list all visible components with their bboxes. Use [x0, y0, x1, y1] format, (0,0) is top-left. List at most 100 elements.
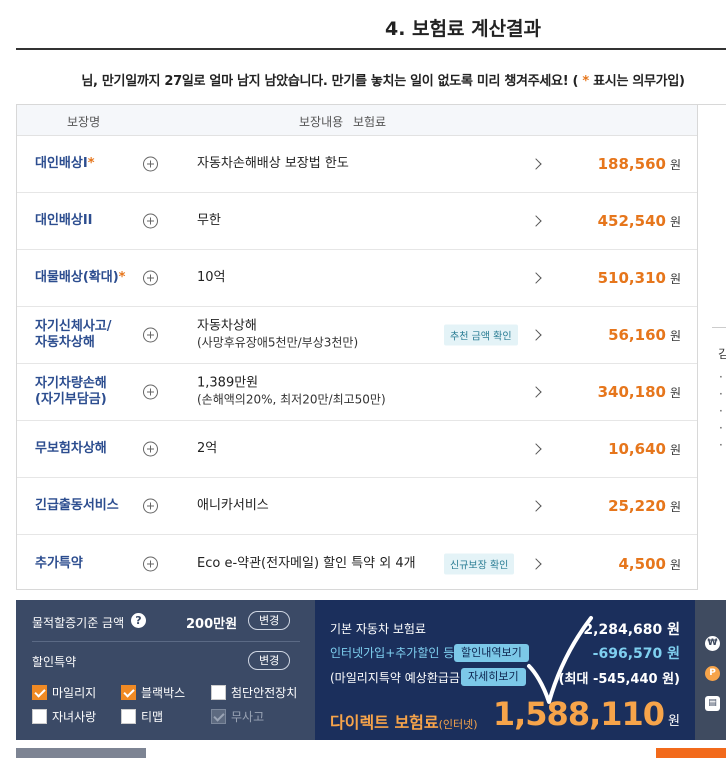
- coverage-name: 자기신체사고/ 자동차상해: [35, 319, 145, 351]
- currency-unit: 원: [669, 443, 681, 457]
- chevron-right-icon[interactable]: [530, 386, 542, 398]
- coverage-name-text: 자기차량손해 (자기부담금): [35, 376, 107, 407]
- discount-checkbox[interactable]: 자녀사랑: [32, 708, 96, 725]
- coverage-detail: 애니카서비스: [197, 498, 269, 514]
- discount-detail-button[interactable]: 할인내역보기: [454, 644, 529, 662]
- coverage-amount-value: 25,220: [608, 497, 666, 515]
- coverage-name-text: 무보험차상해: [35, 441, 107, 456]
- table-row[interactable]: 자기차량손해 (자기부담금) 1,389만원 (손해액의20%, 최저20만/최고5…: [17, 364, 697, 421]
- plus-circle-icon[interactable]: [143, 213, 158, 229]
- coverage-detail: 10억: [197, 270, 226, 286]
- currency-unit: 원: [669, 386, 681, 400]
- card-icon[interactable]: ▤: [705, 696, 720, 711]
- chevron-right-icon[interactable]: [530, 557, 542, 570]
- question-icon[interactable]: ?: [131, 613, 146, 628]
- coverage-name: 대인배상I*: [35, 156, 145, 172]
- coverage-check-tag[interactable]: 추천 금액 확인: [444, 324, 518, 346]
- table-row[interactable]: 추가특약 Eco e-약관(전자메일) 할인 특약 외 4개 신규보장 확인 4,50…: [17, 535, 697, 592]
- coverage-detail-text: 10억: [197, 270, 226, 285]
- table-row[interactable]: 대인배상II 무한 452,540 원: [17, 193, 697, 250]
- mileage-label: (마일리지특약 예상환급금): [330, 671, 465, 685]
- coverage-check-tag[interactable]: 신규보장 확인: [444, 553, 515, 574]
- change-discount-button[interactable]: 변경: [248, 651, 291, 670]
- discount-checkbox[interactable]: 첨단안전장치: [211, 684, 297, 701]
- direct-premium-label: 다이렉트 보험료(인터넷): [330, 709, 478, 733]
- coverage-detail-text: 자동차손해배상 보장법 한도: [197, 156, 349, 171]
- table-row[interactable]: 대인배상I* 자동차손해배상 보장법 한도 188,560 원: [17, 136, 697, 193]
- discount-checkbox[interactable]: 마일리지: [32, 684, 96, 701]
- won-icon[interactable]: ₩: [705, 636, 720, 651]
- checkbox-label: 티맵: [141, 710, 164, 724]
- coverage-detail: 무한: [197, 213, 221, 229]
- coverage-detail-sub: (사망후유장애5천만/부상3천만): [197, 335, 359, 350]
- checkbox-label: 마일리지: [52, 686, 97, 700]
- property-value: 200만원: [186, 617, 238, 632]
- coverage-detail-text: 무한: [197, 213, 221, 228]
- discount-label: 할인특약: [32, 655, 77, 669]
- checkbox-label: 첨단안전장치: [231, 686, 298, 700]
- chevron-right-icon[interactable]: [530, 443, 542, 455]
- coverage-name: 자기차량손해 (자기부담금): [35, 376, 145, 408]
- property-label: 물적할증기준 금액: [32, 616, 125, 630]
- table-row[interactable]: 긴급출동서비스 애니카서비스 25,220 원: [17, 478, 697, 535]
- plus-circle-icon[interactable]: [143, 384, 158, 400]
- base-premium-value: 2,284,680 원: [583, 622, 680, 638]
- discount-checkbox[interactable]: 블랙박스: [121, 684, 185, 701]
- coverage-detail-text: 1,389만원: [197, 375, 259, 391]
- checkbox-box[interactable]: [211, 685, 226, 700]
- plus-circle-icon[interactable]: [143, 327, 158, 343]
- checkbox-label: 자녀사랑: [52, 710, 97, 724]
- notice-text-end: 표시는 의무가입): [588, 74, 685, 89]
- mileage-detail-button[interactable]: 자세히보기: [461, 668, 526, 686]
- chevron-right-icon[interactable]: [530, 272, 542, 284]
- plus-circle-icon[interactable]: [143, 498, 158, 514]
- chevron-right-icon[interactable]: [530, 158, 542, 170]
- coverage-detail: 2억: [197, 441, 217, 457]
- next-button[interactable]: [656, 748, 726, 758]
- plus-circle-icon[interactable]: [143, 556, 158, 571]
- checkbox-box[interactable]: [121, 685, 136, 700]
- coverage-amount-value: 452,540: [597, 212, 666, 230]
- change-property-button[interactable]: 변경: [248, 611, 291, 630]
- checkbox-label: 무사고: [231, 710, 265, 724]
- chevron-right-icon[interactable]: [530, 329, 542, 341]
- coverage-detail: Eco e-약관(전자메일) 할인 특약 외 4개: [197, 556, 416, 572]
- coverage-amount: 510,310 원: [598, 269, 681, 287]
- side-bullet: ·: [719, 404, 723, 418]
- side-bullet: ·: [719, 421, 723, 435]
- coverage-table: 보장명 보장내용 보험료 대인배상I* 자동차손해배상 보장법 한도 188,560…: [16, 104, 697, 590]
- table-row[interactable]: 무보험차상해 2억 10,640 원: [17, 421, 697, 478]
- currency-unit: 원: [669, 272, 681, 286]
- chevron-right-icon[interactable]: [530, 500, 542, 512]
- direct-premium-amount: 1,588,110: [492, 695, 665, 733]
- point-icon[interactable]: P: [705, 666, 720, 681]
- column-header-name: 보장명: [67, 115, 101, 129]
- title-divider: [16, 48, 726, 50]
- coverage-name-text: 대물배상(확대): [35, 270, 119, 285]
- table-row[interactable]: 대물배상(확대)* 10억 510,310 원: [17, 250, 697, 307]
- coverage-name-text: 자기신체사고/ 자동차상해: [35, 319, 112, 350]
- direct-premium-currency: 원: [668, 714, 680, 729]
- previous-button[interactable]: [16, 748, 146, 758]
- plus-circle-icon[interactable]: [143, 156, 158, 172]
- plus-circle-icon[interactable]: [143, 441, 158, 457]
- expiry-notice: 님, 만기일까지 27일로 얼마 남지 남았습니다. 만기를 놓치는 일이 없도…: [0, 70, 726, 89]
- coverage-detail: 자동차손해배상 보장법 한도: [197, 156, 349, 172]
- table-row[interactable]: 자기신체사고/ 자동차상해 자동차상해 (사망후유장애5천만/부상3천만) 추천 금액…: [17, 307, 697, 364]
- currency-unit: 원: [669, 158, 681, 172]
- coverage-amount: 25,220 원: [608, 497, 681, 515]
- checkbox-box[interactable]: [32, 685, 47, 700]
- discount-checkbox[interactable]: 티맵: [121, 708, 163, 725]
- checkbox-box[interactable]: [121, 709, 136, 724]
- coverage-name-text: 긴급출동서비스: [35, 498, 119, 513]
- notice-text: 님, 만기일까지 27일로 얼마 남지 남았습니다. 만기를 놓치는 일이 없도…: [81, 74, 583, 89]
- side-bullet: ·: [719, 438, 723, 452]
- chevron-right-icon[interactable]: [530, 215, 542, 227]
- checkbox-box[interactable]: [32, 709, 47, 724]
- required-star: *: [118, 270, 126, 285]
- base-premium-label: 기본 자동차 보험료: [330, 622, 426, 636]
- side-bullet: ·: [719, 387, 723, 401]
- coverage-detail: 1,389만원 (손해액의20%, 최저20만/최고50만): [197, 376, 386, 409]
- direct-premium-value: 1,588,110 원: [493, 695, 680, 733]
- plus-circle-icon[interactable]: [143, 270, 158, 286]
